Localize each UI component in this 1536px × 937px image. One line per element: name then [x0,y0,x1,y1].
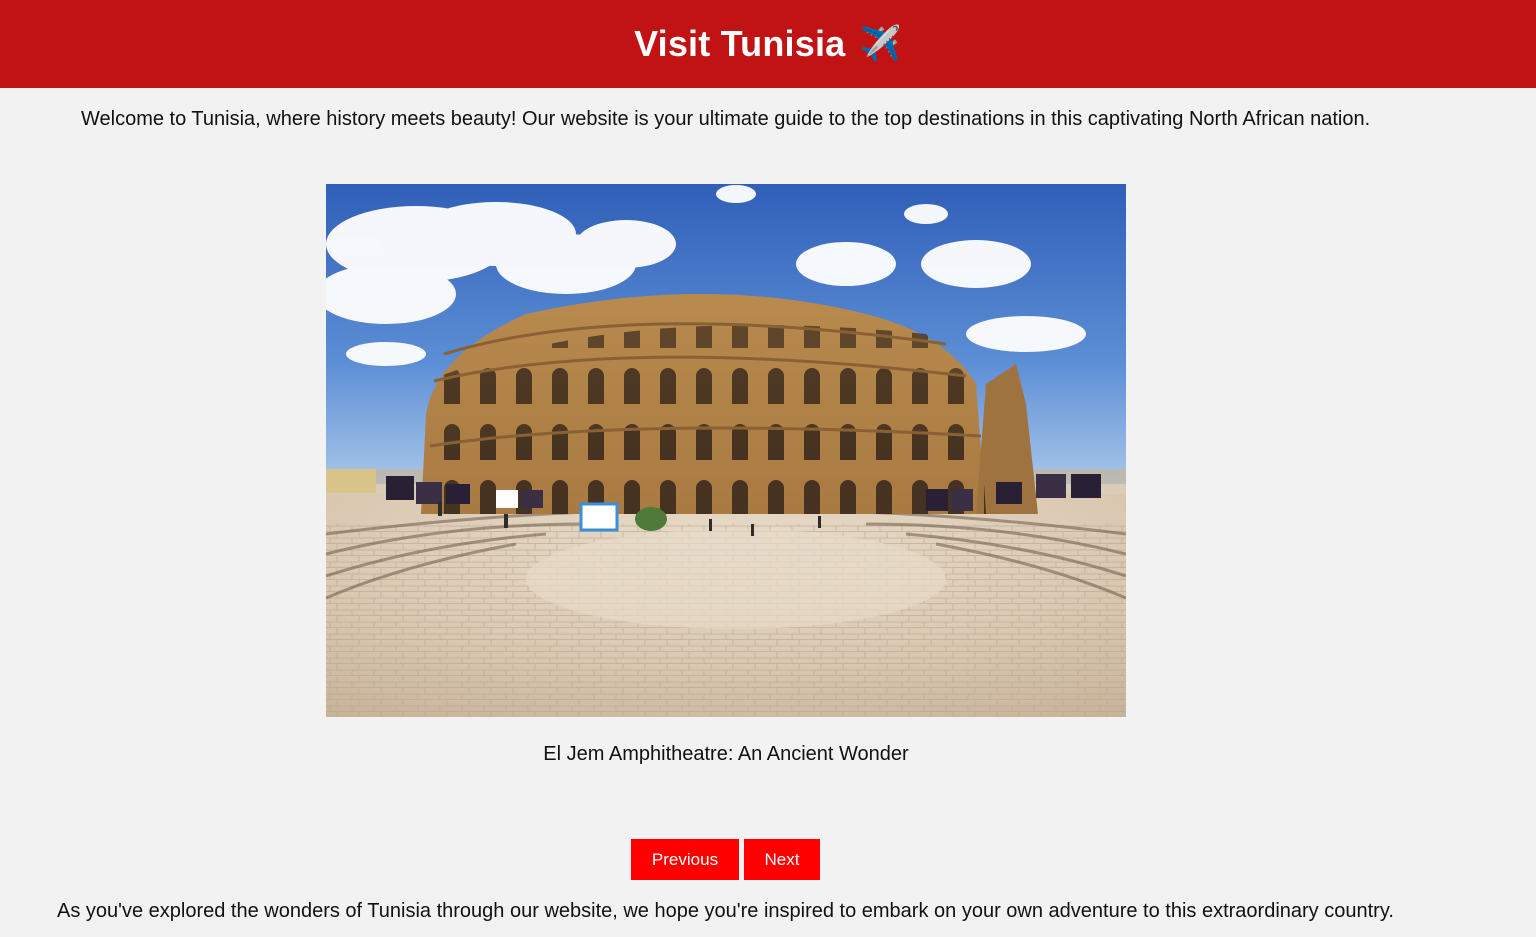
slide-caption: El Jem Amphitheatre: An Ancient Wonder [543,743,909,765]
previous-button[interactable]: Previous [631,839,739,880]
page-title-text: Visit Tunisia [634,23,846,64]
page-title: Visit Tunisia ✈️ [634,23,902,65]
intro-paragraph: Welcome to Tunisia, where history meets … [81,108,1371,130]
el-jem-amphitheatre-photo [326,184,1126,717]
closing-paragraph: As you've explored the wonders of Tunisi… [57,900,1394,922]
site-header: Visit Tunisia ✈️ [0,0,1536,88]
airplane-icon: ✈️ [859,25,902,63]
next-button[interactable]: Next [744,839,820,880]
